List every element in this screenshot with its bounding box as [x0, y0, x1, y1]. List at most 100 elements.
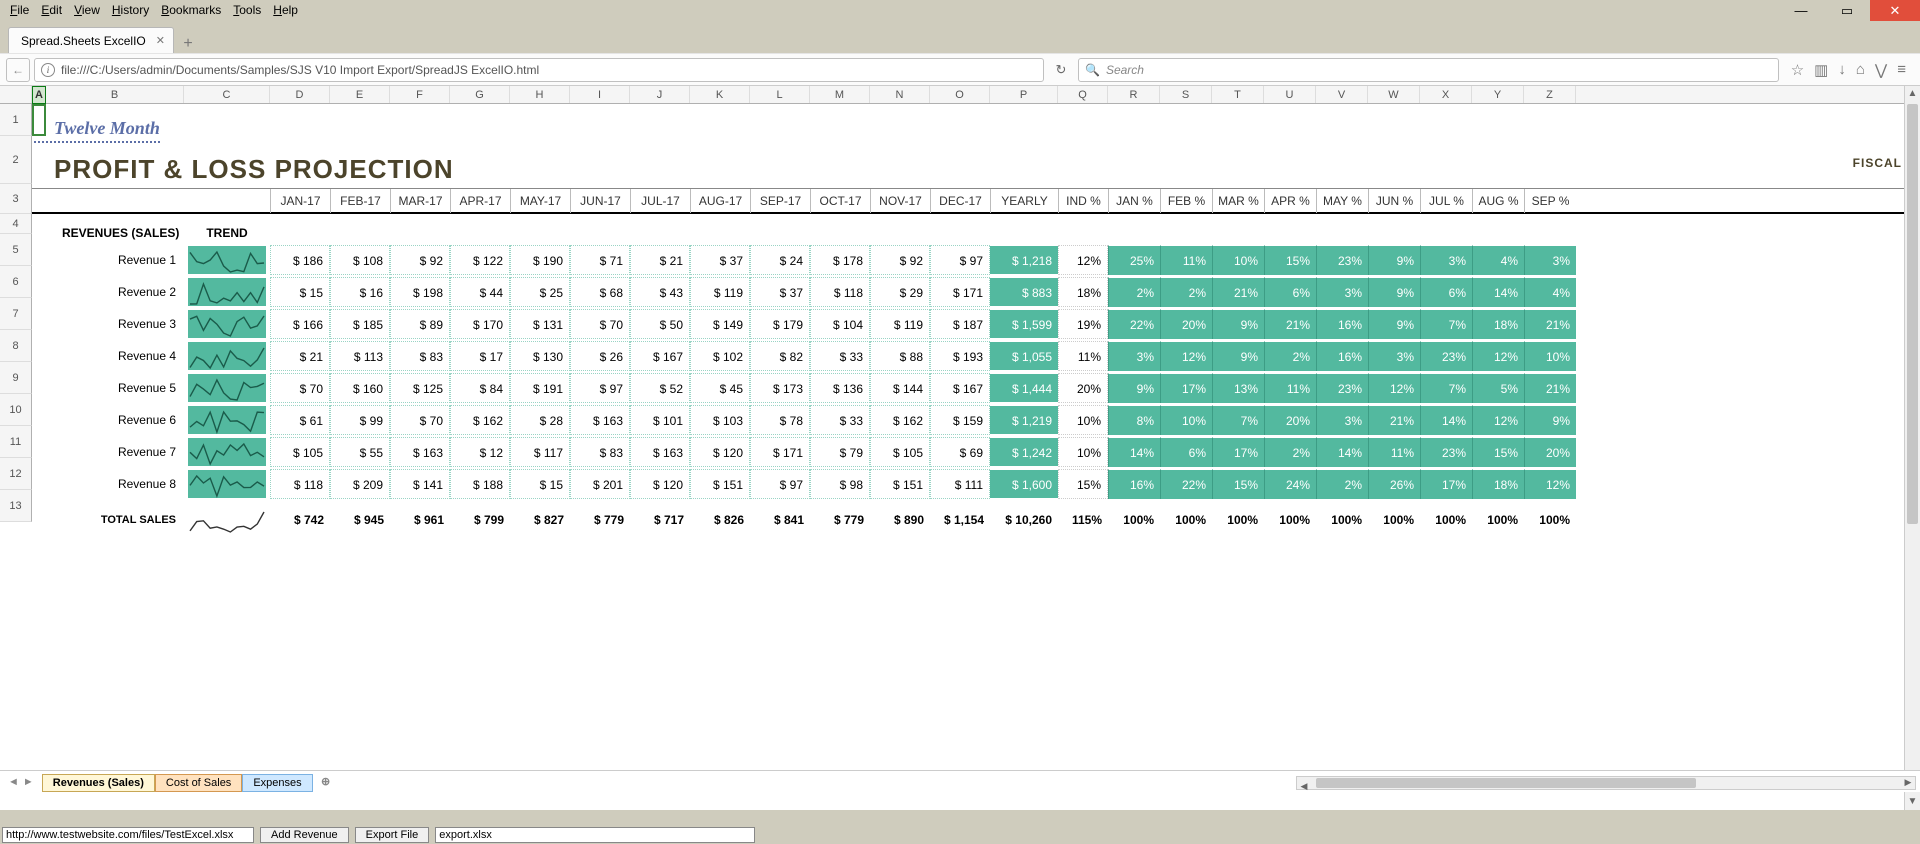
cell[interactable]: $ 70	[390, 405, 450, 435]
cell[interactable]: $ 83	[570, 437, 630, 467]
cell[interactable]: $ 84	[450, 373, 510, 403]
ind-cell[interactable]: 19%	[1058, 309, 1108, 339]
col-header-T[interactable]: T	[1212, 86, 1264, 103]
row-header-7[interactable]: 7	[0, 298, 32, 330]
pct-cell[interactable]: 9%	[1212, 341, 1264, 371]
export-filename-input[interactable]	[435, 827, 755, 843]
cell[interactable]: $ 33	[810, 341, 870, 371]
pct-cell[interactable]: 21%	[1368, 405, 1420, 435]
cell[interactable]: $ 21	[630, 245, 690, 275]
new-tab-button[interactable]: +	[174, 35, 202, 53]
pct-cell[interactable]: 11%	[1160, 245, 1212, 275]
pct-cell[interactable]: 18%	[1472, 469, 1524, 499]
ind-cell[interactable]: 12%	[1058, 245, 1108, 275]
pct-cell[interactable]: 9%	[1108, 373, 1160, 403]
import-path-input[interactable]	[2, 827, 254, 843]
col-header-W[interactable]: W	[1368, 86, 1420, 103]
cell[interactable]: $ 118	[810, 277, 870, 307]
pct-cell[interactable]: 7%	[1420, 309, 1472, 339]
pct-cell[interactable]: 22%	[1108, 309, 1160, 339]
cell[interactable]: $ 12	[450, 437, 510, 467]
cell[interactable]: $ 179	[750, 309, 810, 339]
pct-cell[interactable]: 3%	[1108, 341, 1160, 371]
cell[interactable]: $ 162	[870, 405, 930, 435]
cell[interactable]: $ 26	[570, 341, 630, 371]
cell[interactable]: $ 104	[810, 309, 870, 339]
col-header-J[interactable]: J	[630, 86, 690, 103]
pct-cell[interactable]: 24%	[1264, 469, 1316, 499]
pct-cell[interactable]: 16%	[1316, 309, 1368, 339]
ind-cell[interactable]: 15%	[1058, 469, 1108, 499]
col-header-D[interactable]: D	[270, 86, 330, 103]
cell[interactable]: $ 131	[510, 309, 570, 339]
ind-cell[interactable]: 20%	[1058, 373, 1108, 403]
pct-cell[interactable]: 18%	[1472, 309, 1524, 339]
pct-cell[interactable]: 12%	[1472, 405, 1524, 435]
cell[interactable]: $ 166	[270, 309, 330, 339]
cell[interactable]: $ 111	[930, 469, 990, 499]
cell[interactable]: $ 167	[630, 341, 690, 371]
pct-cell[interactable]: 3%	[1368, 341, 1420, 371]
cell[interactable]: $ 43	[630, 277, 690, 307]
pct-cell[interactable]: 14%	[1472, 277, 1524, 307]
cell[interactable]: $ 163	[630, 437, 690, 467]
cell[interactable]: $ 92	[870, 245, 930, 275]
tab-scroll-left-icon[interactable]: ◄	[8, 776, 19, 788]
pct-cell[interactable]: 16%	[1108, 469, 1160, 499]
cell[interactable]: $ 149	[690, 309, 750, 339]
col-header-V[interactable]: V	[1316, 86, 1368, 103]
col-header-C[interactable]: C	[184, 86, 270, 103]
pct-cell[interactable]: 17%	[1212, 437, 1264, 467]
col-header-G[interactable]: G	[450, 86, 510, 103]
pct-cell[interactable]: 23%	[1316, 245, 1368, 275]
cell[interactable]: $ 151	[870, 469, 930, 499]
cell[interactable]: $ 130	[510, 341, 570, 371]
cell[interactable]: $ 82	[750, 341, 810, 371]
downloads-icon[interactable]: ↓	[1838, 61, 1846, 79]
col-header-O[interactable]: O	[930, 86, 990, 103]
pct-cell[interactable]: 2%	[1316, 469, 1368, 499]
cell[interactable]: $ 103	[690, 405, 750, 435]
pct-cell[interactable]: 9%	[1212, 309, 1264, 339]
cell[interactable]: $ 151	[690, 469, 750, 499]
col-header-B[interactable]: B	[46, 86, 184, 103]
row-header-8[interactable]: 8	[0, 330, 32, 362]
pct-cell[interactable]: 26%	[1368, 469, 1420, 499]
col-header-Z[interactable]: Z	[1524, 86, 1576, 103]
pct-cell[interactable]: 2%	[1264, 341, 1316, 371]
row-header-10[interactable]: 10	[0, 394, 32, 426]
menu-view[interactable]: View	[68, 3, 106, 17]
col-header-M[interactable]: M	[810, 86, 870, 103]
selected-column-header[interactable]: A	[32, 86, 46, 104]
cell[interactable]: $ 119	[870, 309, 930, 339]
cell[interactable]: $ 102	[690, 341, 750, 371]
scroll-up-icon[interactable]: ▲	[1905, 86, 1920, 102]
pct-cell[interactable]: 4%	[1524, 277, 1576, 307]
yearly-cell[interactable]: $ 1,219	[990, 405, 1058, 435]
col-header-P[interactable]: P	[990, 86, 1058, 103]
cell[interactable]: $ 78	[750, 405, 810, 435]
cell[interactable]: $ 136	[810, 373, 870, 403]
cell[interactable]: $ 45	[690, 373, 750, 403]
cell[interactable]: $ 125	[390, 373, 450, 403]
bookmark-star-icon[interactable]: ☆	[1791, 61, 1804, 79]
pct-cell[interactable]: 20%	[1160, 309, 1212, 339]
vertical-scrollbar[interactable]: ▲ ▼	[1904, 86, 1920, 810]
sheet-tab-cost-of-sales[interactable]: Cost of Sales	[155, 774, 242, 792]
pct-cell[interactable]: 5%	[1472, 373, 1524, 403]
back-button[interactable]: ←	[6, 58, 30, 82]
cell[interactable]: $ 52	[630, 373, 690, 403]
yearly-cell[interactable]: $ 1,600	[990, 469, 1058, 499]
cell[interactable]: $ 185	[330, 309, 390, 339]
pct-cell[interactable]: 6%	[1264, 277, 1316, 307]
pct-cell[interactable]: 21%	[1264, 309, 1316, 339]
cell[interactable]: $ 187	[930, 309, 990, 339]
cell[interactable]: $ 37	[690, 245, 750, 275]
cell[interactable]: $ 83	[390, 341, 450, 371]
pct-cell[interactable]: 12%	[1160, 341, 1212, 371]
cell[interactable]: $ 97	[570, 373, 630, 403]
cell[interactable]: $ 99	[330, 405, 390, 435]
cell[interactable]: $ 113	[330, 341, 390, 371]
pct-cell[interactable]: 7%	[1212, 405, 1264, 435]
pct-cell[interactable]: 16%	[1316, 341, 1368, 371]
